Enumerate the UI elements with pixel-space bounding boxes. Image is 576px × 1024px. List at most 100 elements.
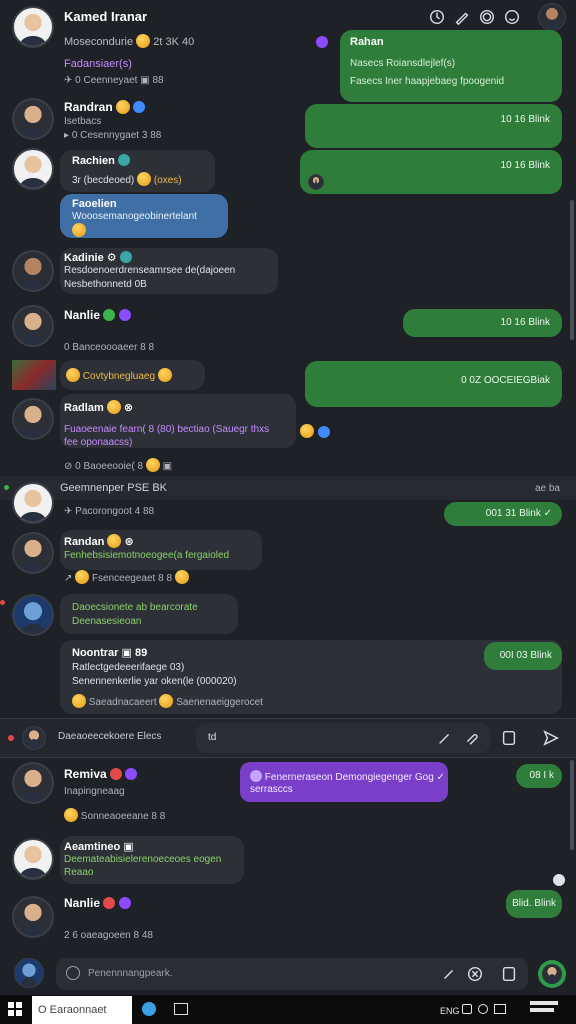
message-bubble-incoming[interactable]: Daoecsionete ab bearcorate Deenasesieoan [60,594,238,634]
chat-subtitle: Wooosemanogeobinertelant [72,211,197,222]
message-bubble-incoming[interactable]: Kadinie ⚙ Resdoenoerdrenseamrsee de(dajo… [60,248,278,294]
message-bubble-outgoing[interactable]: 08 I k [516,764,562,788]
chat-subtitle: Fuaoeenaie fearn( 8 (80) bectiao (Sauegr… [64,424,270,435]
avatar[interactable] [12,98,54,140]
message-bubble-outgoing[interactable]: 0 0Z OOCEIEGBiak [305,361,562,407]
emoji-icon [72,223,86,237]
avatar[interactable] [12,250,54,292]
message-bubble-outgoing[interactable]: Rahan Nasecs Roiansdlejlef(s) Fasecs Ine… [340,30,562,102]
header-link-text[interactable]: Fadansiaer(s) [64,58,132,70]
avatar[interactable] [12,532,54,574]
section-right[interactable]: ae ba [535,483,560,494]
emoji-icon [107,534,122,548]
avatar[interactable] [12,398,54,440]
attach-icon[interactable] [438,963,460,985]
avatar[interactable] [12,482,54,524]
message-bubble-incoming[interactable]: Randan ⊛ Fenhebsisiemotnoeogee(a fergaio… [60,530,262,570]
scrollbar[interactable] [570,760,574,850]
chat-name[interactable]: Randran [64,100,146,114]
avatar[interactable] [12,6,54,48]
emoji-icon [106,400,121,414]
chat-name-text[interactable]: Remiva [64,767,107,781]
header-preview-tail: 2t 3K 40 [153,36,195,48]
emoji-button-icon[interactable] [66,966,80,980]
pen-icon[interactable] [434,727,456,749]
tray-language[interactable]: ENG [440,1006,460,1016]
message-time: 10 16 Blink [500,114,550,125]
send-icon[interactable] [540,727,562,749]
document-icon[interactable] [498,727,520,749]
file-explorer-icon[interactable] [174,1003,188,1015]
refresh-icon[interactable] [426,6,448,28]
chat-name-text: Noontrar [72,647,119,659]
chat-name[interactable]: Nanlie [64,308,131,322]
chat-subtitle: fee oponaacss) [64,437,133,448]
chat-subtitle: Deemateabisielerenoeceoes eogen [64,854,222,865]
message-bubble-outgoing[interactable]: 10 16 Blink [300,150,562,194]
clock[interactable] [530,998,570,1022]
message-input-text[interactable]: td [208,732,216,743]
message-bubble-incoming[interactable]: Rachien 3r (becdeoed) (oxes) [60,150,215,192]
message-bubble-incoming[interactable]: Aeamtineo ▣ Deemateabisielerenoeceoes eo… [60,836,244,884]
attach-icon[interactable] [460,727,482,749]
settings-icon[interactable] [476,6,498,28]
message-bubble-incoming[interactable]: Faoelien Wooosemanogeobinertelant [60,194,228,238]
verified-icon [125,768,138,780]
reaction-icon [318,426,330,438]
chat-meta: ↗ Fsenceegeaet 8 8 [64,570,189,584]
scrollbar[interactable] [570,200,574,340]
document-icon[interactable] [498,963,520,985]
message-bubble-highlight[interactable]: Fenerneraseon Demongiegenger Gog ✓ serra… [240,762,448,802]
message-bubble-outgoing[interactable]: Blid. Blink [506,890,562,918]
windows-start-icon[interactable] [8,1002,22,1016]
avatar[interactable] [12,148,54,190]
status-icon [119,251,132,263]
emoji-button-icon[interactable] [501,6,523,28]
message-time: 001 31 Blink ✓ [485,508,552,519]
chat-subtitle: Deenasesieoan [72,616,142,627]
close-icon[interactable] [464,963,486,985]
avatar[interactable] [12,896,54,938]
chat-subtitle: Isetbacs [64,116,102,127]
verified-icon [118,897,131,909]
send-button[interactable] [538,960,566,988]
network-icon[interactable] [462,1004,472,1014]
composer-bar: Daeaoeecekoere Elecs td [0,719,576,757]
profile-avatar[interactable] [538,3,566,31]
message-sender: Rahan [350,36,384,48]
avatar[interactable] [14,958,44,988]
chat-name-text[interactable]: Nanlie [64,308,100,322]
message-time: 0 0Z OOCEIEGBiak [461,375,550,386]
message-bubble-outgoing[interactable]: 001 31 Blink ✓ [444,502,562,526]
edge-browser-icon[interactable] [142,1002,156,1016]
message-bubble-incoming[interactable]: Radlam ⊗ Fuaoeenaie fearn( 8 (80) bectia… [60,394,296,448]
avatar[interactable] [12,762,54,804]
chat-name: Kadinie ⚙ [64,251,132,264]
message-bubble-outgoing[interactable]: 10 16 Blink [305,104,562,148]
avatar[interactable] [12,305,54,347]
chat-name[interactable]: Remiva [64,767,138,781]
battery-icon[interactable] [494,1004,506,1014]
avatar[interactable] [22,726,46,750]
message-bubble-incoming[interactable]: Covtybnegluaeg [60,360,205,390]
avatar[interactable] [12,838,54,880]
status-icon [103,897,116,909]
chat-meta: Sonneaoeeane 8 8 [64,808,165,822]
chat-name-text[interactable]: Nanlie [64,896,100,910]
message-input[interactable]: Penennnangpeark. [56,958,528,990]
conversation-title[interactable]: Kamed Iranar [64,9,147,24]
header-link[interactable]: Fadansiaer(s) [64,58,132,70]
message-bubble-outgoing[interactable]: 00I 03 Blink [484,642,562,670]
emoji-icon [137,172,152,186]
chat-name-text[interactable]: Randran [64,100,113,114]
pen-icon[interactable] [451,6,473,28]
thumbnail-image[interactable] [12,360,56,390]
avatar[interactable] [12,594,54,636]
volume-icon[interactable] [478,1004,488,1014]
reaction-icon [553,874,565,886]
chat-name[interactable]: Nanlie [64,896,131,910]
message-input-placeholder[interactable]: Penennnangpeark. [88,968,173,979]
taskbar-search-input[interactable]: O Earaonnaet [32,996,132,1024]
message-bubble-outgoing[interactable]: 10 16 Blink [403,309,562,337]
chat-subtitle: Resdoenoerdrenseamrsee de(dajoeen [64,265,236,276]
